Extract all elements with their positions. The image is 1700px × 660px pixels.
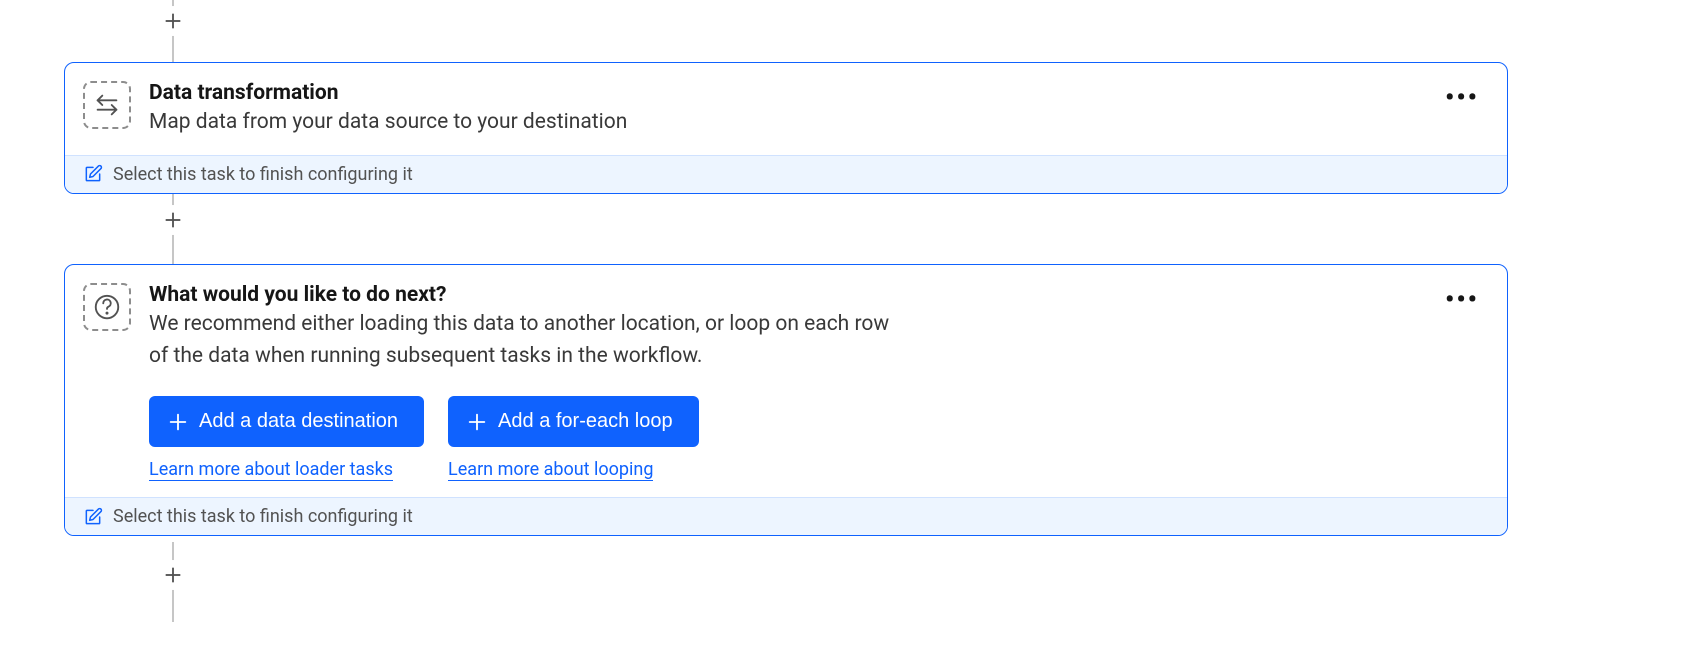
question-icon: [83, 283, 131, 331]
transform-icon: [83, 81, 131, 129]
add-step-button[interactable]: [158, 205, 188, 235]
task-subtitle: We recommend either loading this data to…: [149, 309, 909, 372]
task-card-data-transformation[interactable]: Data transformation Map data from your d…: [64, 62, 1508, 194]
task-footer-text: Select this task to finish configuring i…: [113, 506, 413, 527]
button-label: Add a for-each loop: [498, 410, 673, 433]
edit-icon: [83, 164, 103, 184]
task-footer[interactable]: Select this task to finish configuring i…: [65, 497, 1507, 535]
task-footer-text: Select this task to finish configuring i…: [113, 164, 413, 185]
button-label: Add a data destination: [199, 410, 398, 433]
edit-icon: [83, 507, 103, 527]
task-footer[interactable]: Select this task to finish configuring i…: [65, 155, 1507, 193]
task-card-next-action[interactable]: 3 What would you like to do next? We rec…: [64, 264, 1508, 536]
add-step-button[interactable]: [158, 560, 188, 590]
add-data-destination-button[interactable]: Add a data destination: [149, 396, 424, 447]
add-foreach-loop-button[interactable]: Add a for-each loop: [448, 396, 699, 447]
overflow-menu-button[interactable]: •••: [1439, 283, 1485, 317]
task-title: Data transformation: [149, 81, 1421, 105]
plus-icon: [466, 411, 488, 433]
task-title: What would you like to do next?: [149, 283, 1421, 307]
overflow-menu-button[interactable]: •••: [1439, 81, 1485, 115]
task-subtitle: Map data from your data source to your d…: [149, 107, 909, 139]
learn-more-looping-link[interactable]: Learn more about looping: [448, 459, 653, 481]
plus-icon: [167, 411, 189, 433]
add-step-button[interactable]: [158, 6, 188, 36]
learn-more-loader-link[interactable]: Learn more about loader tasks: [149, 459, 393, 481]
